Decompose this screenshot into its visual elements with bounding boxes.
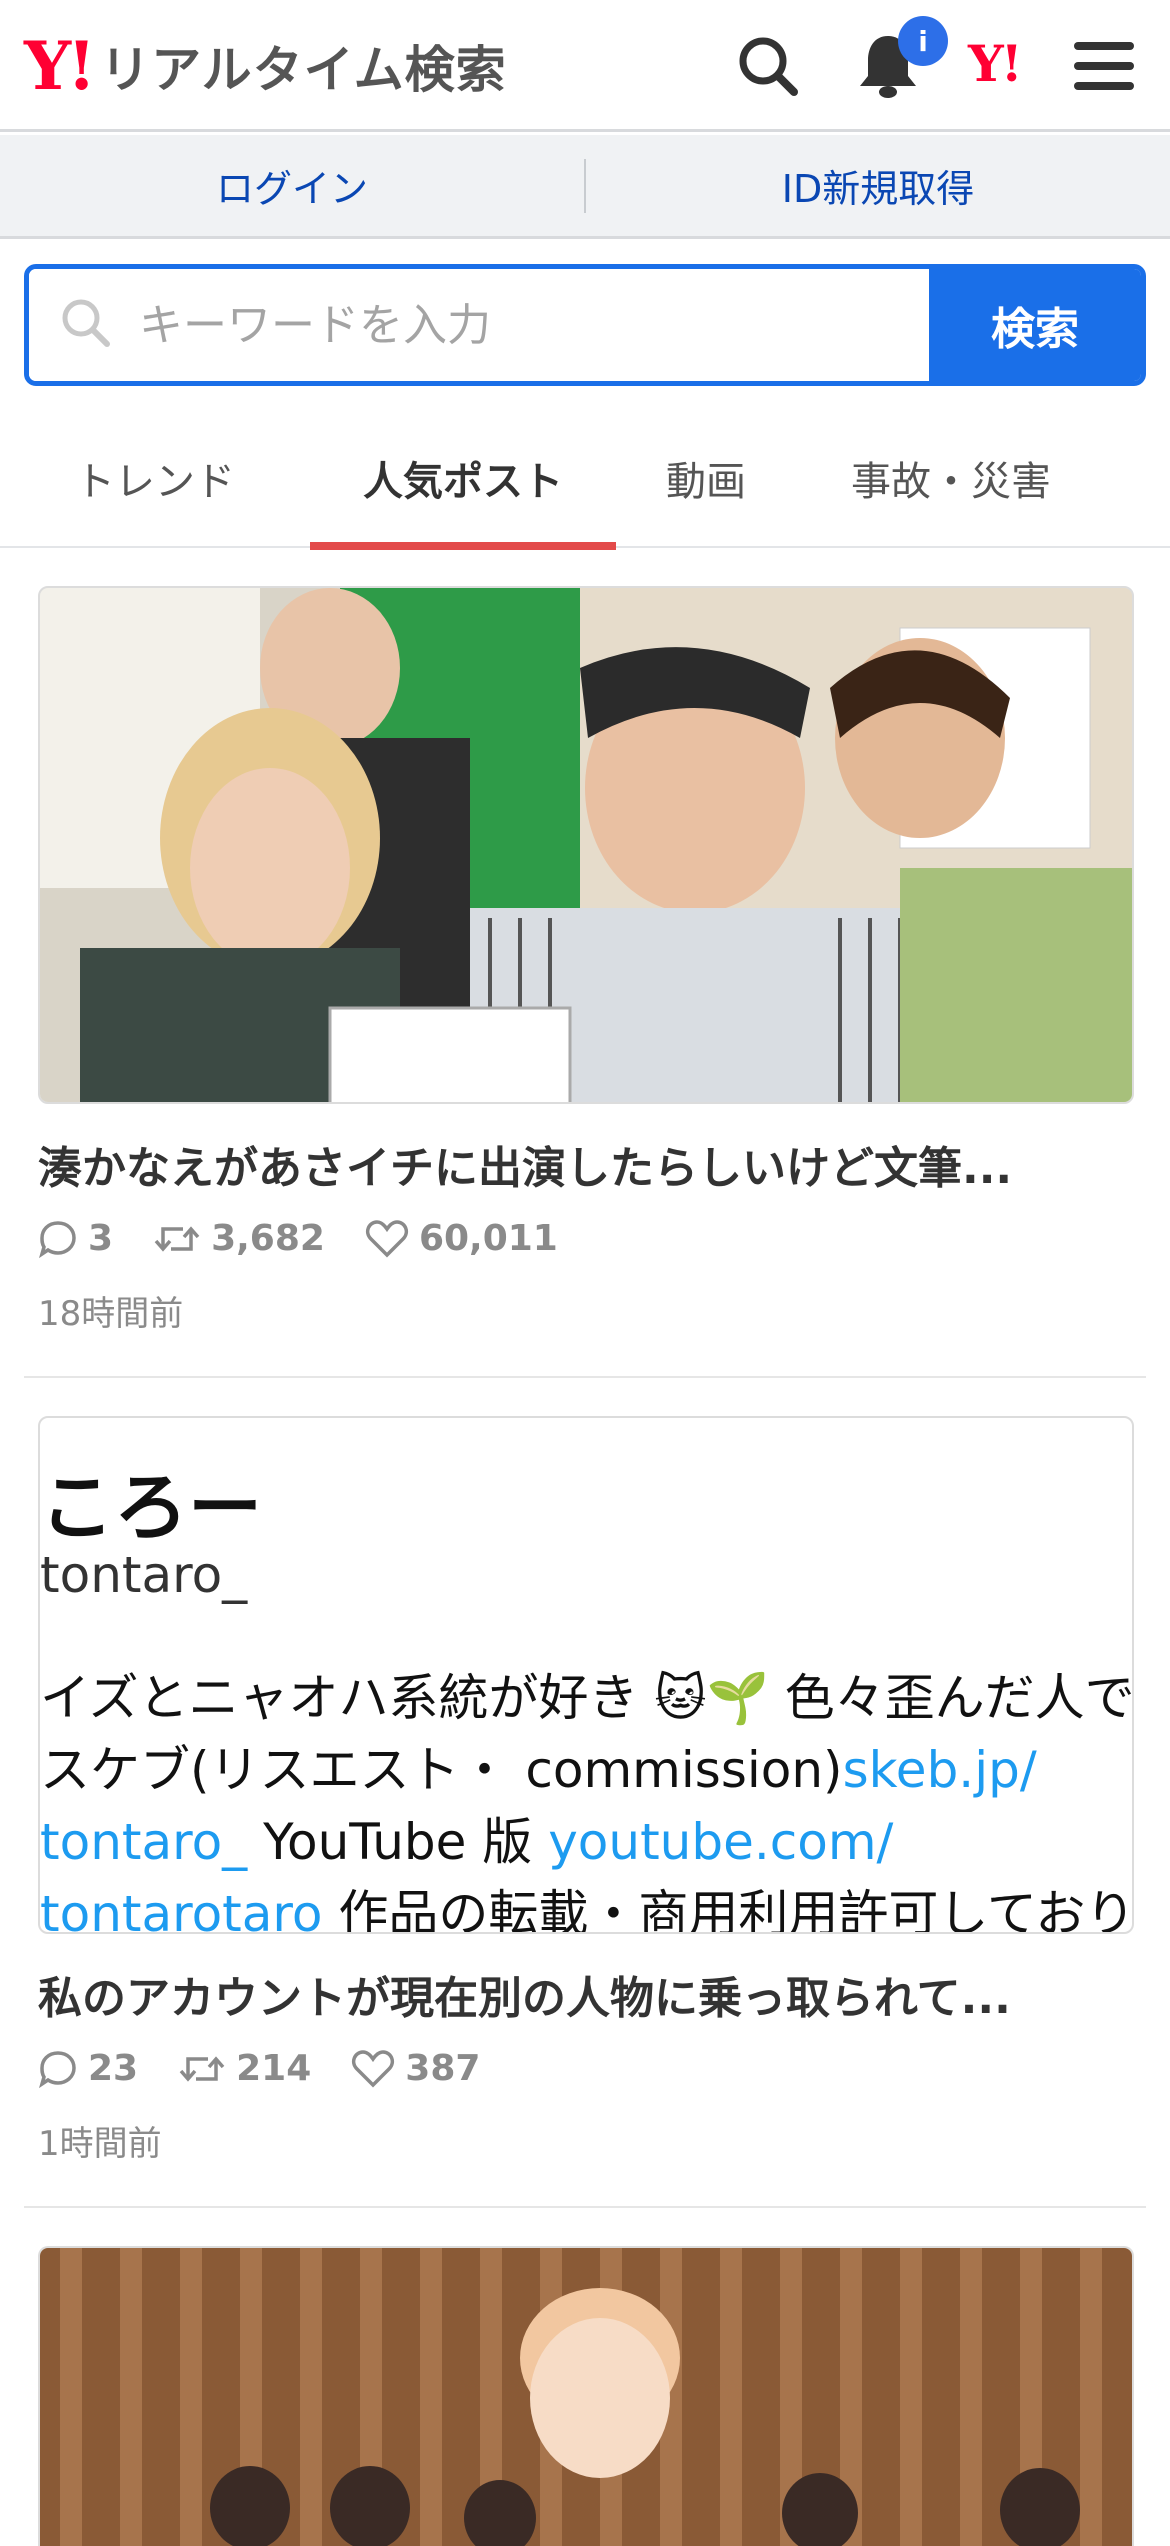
screenshot-line: tontaro_ [40,1546,248,1604]
post-divider [24,2206,1146,2208]
repost-icon [179,2055,225,2082]
register-link[interactable]: ID新規取得 [586,158,1170,213]
screenshot-line: ころー [40,1465,262,1551]
reply-stat[interactable]: 23 [38,2048,138,2089]
screenshot-line: イズとニャオハ系統が好き 🐱🌱 色々歪んだ人で [40,1669,1134,1727]
post-stats: 23 214 387 [38,2048,520,2089]
search-field-icon [59,296,113,354]
account-bar: ログイン ID新規取得 [0,135,1170,239]
yahoo-japan-icon[interactable]: Y! [968,34,1023,93]
category-tabs: トレンド 人気ポスト 動画 事故・災害 [0,408,1170,550]
notification-badge: i [898,16,948,66]
like-stat[interactable]: 387 [351,2048,480,2089]
repost-count: 3,682 [211,1218,325,1259]
tab-popular-posts[interactable]: 人気ポスト [310,408,616,550]
post-image-photo[interactable] [38,2246,1134,2546]
repost-stat[interactable]: 3,682 [153,1218,325,1259]
screenshot-line: スケブ(リスエスト・ commission)skeb.jp/ [40,1730,1037,1802]
heart-icon [365,1219,408,1257]
reply-count: 23 [88,2048,139,2089]
tab-video[interactable]: 動画 [616,408,796,548]
search-icon[interactable] [730,28,806,104]
yahoo-realtime-logo[interactable]: Y! リアルタイム検索 [24,30,507,102]
reply-icon [39,1220,76,1258]
screenshot-line: tontarotaro 作品の転載・商用利用許可しておりません [40,1874,1134,1934]
like-count: 387 [405,2048,481,2089]
screenshot-link: youtube.com/ [548,1813,894,1871]
search-input[interactable] [139,299,899,351]
search-button[interactable]: 検索 [929,269,1141,381]
post-divider [24,1376,1146,1378]
tab-trend[interactable]: トレンド [0,408,310,548]
screenshot-line: tontaro_ YouTube 版 youtube.com/ [40,1802,893,1874]
reply-count: 3 [88,1218,114,1259]
login-link[interactable]: ログイン [0,158,584,213]
search-field-wrapper[interactable] [29,269,929,381]
like-count: 60,011 [418,1218,558,1259]
post-stats: 3 3,682 60,011 [38,1218,598,1259]
post-timestamp: 1時間前 [38,2124,162,2164]
app-header: Y! リアルタイム検索 i Y! [0,0,1170,132]
heart-icon [352,2049,395,2087]
post-image-screenshot[interactable]: ころー tontaro_ イズとニャオハ系統が好き 🐱🌱 色々歪んだ人で スケブ… [38,1416,1134,1934]
search-bar: 検索 [24,264,1146,386]
repost-icon [154,1225,200,1252]
hamburger-menu-icon[interactable] [1066,28,1142,104]
screenshot-text: YouTube 版 [247,1813,549,1871]
reply-stat[interactable]: 3 [38,1218,113,1259]
post-timestamp: 18時間前 [38,1294,184,1334]
post-title[interactable]: 私のアカウントが現在別の人物に乗っ取られて... [38,1962,1011,2026]
screenshot-link: tontaro_ [40,1813,248,1871]
repost-count: 214 [236,2048,312,2089]
screenshot-text: スケブ(リスエスト・ commission) [40,1741,843,1799]
like-stat[interactable]: 60,011 [365,1218,558,1259]
yahoo-logo-mark: Y! [24,27,96,105]
repost-stat[interactable]: 214 [178,2048,311,2089]
post-image-photo[interactable] [38,586,1134,1104]
screenshot-link: skeb.jp/ [842,1741,1037,1799]
reply-icon [39,2050,76,2088]
screenshot-link: tontarotaro [40,1885,323,1934]
screenshot-text: 作品の転載・商用利用許可しておりません [338,1885,1134,1934]
logo-service-name: リアルタイム検索 [100,41,507,99]
tab-accidents-disasters[interactable]: 事故・災害 [796,408,1106,548]
post-title[interactable]: 湊かなえがあさイチに出演したらしいけど文筆... [38,1132,1012,1196]
